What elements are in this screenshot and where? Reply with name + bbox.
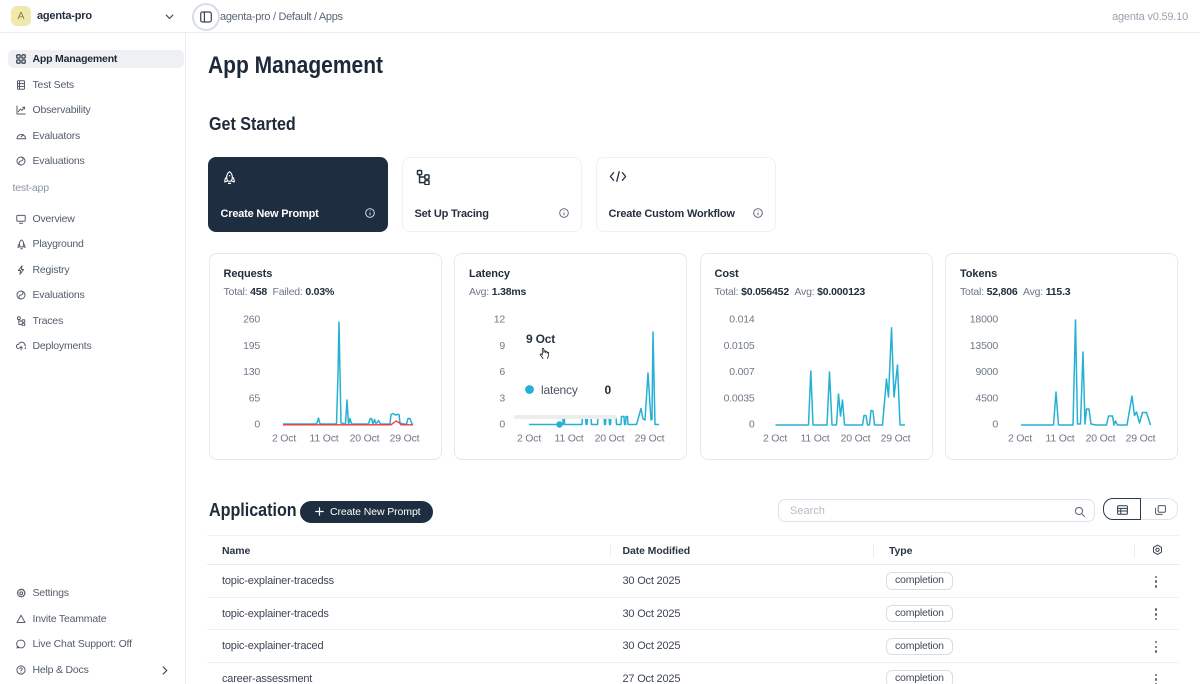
svg-text:29 Oct: 29 Oct xyxy=(635,433,665,445)
svg-text:6: 6 xyxy=(499,366,505,378)
svg-text:9: 9 xyxy=(499,340,505,352)
svg-text:18000: 18000 xyxy=(970,314,999,326)
svg-text:195: 195 xyxy=(243,340,260,352)
svg-text:130: 130 xyxy=(243,366,260,378)
svg-text:2 Oct: 2 Oct xyxy=(762,433,786,445)
svg-text:0.014: 0.014 xyxy=(729,314,755,326)
svg-text:29 Oct: 29 Oct xyxy=(389,433,419,445)
svg-text:260: 260 xyxy=(243,314,260,326)
svg-text:29 Oct: 29 Oct xyxy=(1126,433,1156,445)
svg-text:0: 0 xyxy=(499,419,505,431)
svg-text:0.0035: 0.0035 xyxy=(723,392,754,404)
svg-text:11 Oct: 11 Oct xyxy=(555,433,584,445)
svg-text:20 Oct: 20 Oct xyxy=(595,433,625,445)
svg-text:4500: 4500 xyxy=(975,392,998,404)
svg-text:20 Oct: 20 Oct xyxy=(840,433,870,445)
svg-text:0: 0 xyxy=(992,419,998,431)
svg-text:3: 3 xyxy=(499,392,505,404)
svg-text:0.0105: 0.0105 xyxy=(723,340,754,352)
svg-text:11 Oct: 11 Oct xyxy=(800,433,829,445)
svg-text:0: 0 xyxy=(254,419,260,431)
svg-text:0.007: 0.007 xyxy=(729,366,755,378)
svg-text:11 Oct: 11 Oct xyxy=(309,433,338,445)
svg-text:12: 12 xyxy=(494,314,506,326)
svg-text:65: 65 xyxy=(248,392,260,404)
svg-text:20 Oct: 20 Oct xyxy=(1086,433,1116,445)
svg-text:9000: 9000 xyxy=(975,366,998,378)
svg-text:2 Oct: 2 Oct xyxy=(517,433,541,445)
svg-text:0: 0 xyxy=(748,419,754,431)
svg-text:2 Oct: 2 Oct xyxy=(1008,433,1032,445)
svg-text:11 Oct: 11 Oct xyxy=(1046,433,1075,445)
svg-text:20 Oct: 20 Oct xyxy=(349,433,379,445)
svg-text:29 Oct: 29 Oct xyxy=(880,433,910,445)
svg-text:13500: 13500 xyxy=(970,340,999,352)
svg-text:2 Oct: 2 Oct xyxy=(271,433,295,445)
